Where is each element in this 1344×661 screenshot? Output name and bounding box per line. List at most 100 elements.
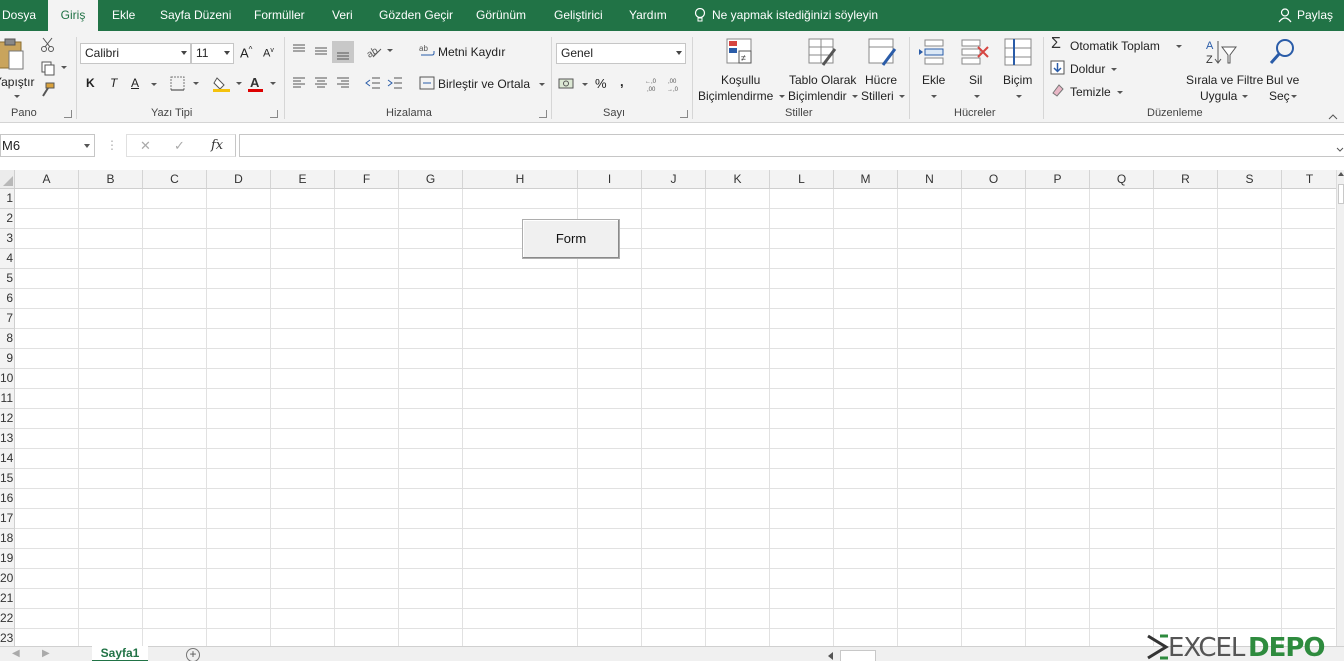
decrease-decimal-button[interactable]: ,00 →,0 xyxy=(667,76,683,93)
column-header-o[interactable]: O xyxy=(962,170,1026,189)
next-sheet-arrow-icon[interactable]: ▶ xyxy=(42,648,50,659)
align-center-button[interactable] xyxy=(313,76,329,92)
row-header-11[interactable]: 11 xyxy=(0,389,15,409)
tab-veri[interactable]: Veri xyxy=(332,0,353,31)
name-box[interactable]: M6 xyxy=(0,134,95,157)
underline-button[interactable]: A xyxy=(131,76,139,90)
row-header-2[interactable]: 2 xyxy=(0,209,15,229)
horizontal-scrollbar[interactable] xyxy=(824,650,1144,661)
tab-gozden-gecir[interactable]: Gözden Geçir xyxy=(379,0,453,31)
align-top-button[interactable] xyxy=(291,43,307,59)
font-launcher[interactable] xyxy=(270,110,278,118)
row-header-16[interactable]: 16 xyxy=(0,489,15,509)
cancel-icon[interactable]: ✕ xyxy=(140,138,151,154)
font-size-select[interactable]: 11 xyxy=(191,43,234,64)
find-select-button[interactable]: Bul ve Seç xyxy=(1264,37,1304,105)
increase-indent-button[interactable] xyxy=(387,76,403,92)
fill-button[interactable]: Doldur xyxy=(1050,60,1120,78)
decrease-indent-button[interactable] xyxy=(365,76,381,92)
row-header-10[interactable]: 10 xyxy=(0,369,15,389)
column-header-s[interactable]: S xyxy=(1218,170,1282,189)
column-header-c[interactable]: C xyxy=(143,170,207,189)
tab-yardim[interactable]: Yardım xyxy=(629,0,667,31)
sheet-tab-sayfa1[interactable]: Sayfa1 xyxy=(92,646,148,661)
tab-gorunum[interactable]: Görünüm xyxy=(476,0,526,31)
shrink-font-button[interactable]: Av xyxy=(263,47,274,60)
paste-button[interactable]: Yapıştır xyxy=(0,35,34,98)
row-header-22[interactable]: 22 xyxy=(0,609,15,629)
align-bottom-button[interactable] xyxy=(332,41,354,63)
form-button[interactable]: Form xyxy=(522,219,620,259)
increase-decimal-button[interactable]: ←,0,00 xyxy=(645,76,661,93)
clipboard-launcher[interactable] xyxy=(64,110,72,118)
row-header-5[interactable]: 5 xyxy=(0,269,15,289)
comma-button[interactable]: , xyxy=(620,74,624,89)
row-header-14[interactable]: 14 xyxy=(0,449,15,469)
worksheet-grid[interactable]: ABCDEFGHIJKLMNOPQRST 1 2 3 4 5 6 7 8 9 10 11 12 13 14… xyxy=(0,170,1344,646)
prev-sheet-arrow-icon[interactable]: ◀ xyxy=(12,648,20,659)
fill-color-button[interactable] xyxy=(213,75,243,93)
row-header-7[interactable]: 7 xyxy=(0,309,15,329)
delete-cells-button[interactable]: Sil xyxy=(958,37,994,105)
cell-styles-button[interactable]: Hücre Stilleri xyxy=(859,37,905,105)
row-header-1[interactable]: 1 xyxy=(0,189,15,209)
align-left-button[interactable] xyxy=(291,76,307,92)
tell-me-box[interactable]: Ne yapmak istediğinizi söyleyin xyxy=(694,0,878,31)
number-launcher[interactable] xyxy=(680,110,688,118)
merge-center-button[interactable]: Birleştir ve Ortala xyxy=(419,75,545,93)
font-name-select[interactable]: Calibri xyxy=(80,43,191,64)
row-header-12[interactable]: 12 xyxy=(0,409,15,429)
column-header-p[interactable]: P xyxy=(1026,170,1090,189)
format-as-table-button[interactable]: Tablo Olarak Biçimlendir xyxy=(787,37,858,105)
conditional-formatting-button[interactable]: ≠ Koşullu Biçimlendirme xyxy=(697,37,785,105)
row-header-8[interactable]: 8 xyxy=(0,329,15,349)
row-header-17[interactable]: 17 xyxy=(0,509,15,529)
row-header-4[interactable]: 4 xyxy=(0,249,15,269)
column-header-a[interactable]: A xyxy=(15,170,79,189)
sort-filter-button[interactable]: AZ Sırala ve Filtre Uygula xyxy=(1184,37,1263,105)
column-header-h[interactable]: H xyxy=(463,170,578,189)
tab-dosya[interactable]: Dosya xyxy=(2,0,36,31)
cut-button[interactable] xyxy=(40,37,56,53)
tab-formuller[interactable]: Formüller xyxy=(254,0,305,31)
row-header-3[interactable]: 3 xyxy=(0,229,15,249)
row-header-13[interactable]: 13 xyxy=(0,429,15,449)
tab-ekle[interactable]: Ekle xyxy=(112,0,135,31)
align-right-button[interactable] xyxy=(335,76,351,92)
column-header-i[interactable]: I xyxy=(578,170,642,189)
accounting-format-button[interactable] xyxy=(558,76,588,94)
formula-bar-grip-icon[interactable]: ⋮ xyxy=(106,138,118,152)
tab-giris[interactable]: Giriş xyxy=(48,0,98,31)
column-header-d[interactable]: D xyxy=(207,170,271,189)
insert-function-icon[interactable]: fx xyxy=(211,138,223,153)
row-header-23[interactable]: 23 xyxy=(0,629,15,646)
column-header-j[interactable]: J xyxy=(642,170,706,189)
align-middle-button[interactable] xyxy=(313,43,329,59)
column-header-m[interactable]: M xyxy=(834,170,898,189)
alignment-launcher[interactable] xyxy=(539,110,547,118)
wrap-text-button[interactable]: ab Metni Kaydır xyxy=(419,43,519,61)
italic-button[interactable]: T xyxy=(110,76,117,90)
copy-button[interactable] xyxy=(40,60,67,76)
format-painter-button[interactable] xyxy=(40,82,56,98)
select-all-corner[interactable] xyxy=(0,170,15,189)
column-header-b[interactable]: B xyxy=(79,170,143,189)
tab-gelistirici[interactable]: Geliştirici xyxy=(554,0,603,31)
orientation-button[interactable]: ab xyxy=(365,43,393,61)
clear-button[interactable]: Temizle xyxy=(1050,83,1124,101)
row-header-9[interactable]: 9 xyxy=(0,349,15,369)
expand-formula-bar-chevron-icon[interactable] xyxy=(1336,142,1344,156)
column-header-t[interactable]: T xyxy=(1282,170,1338,189)
column-header-e[interactable]: E xyxy=(271,170,335,189)
column-header-q[interactable]: Q xyxy=(1090,170,1154,189)
share-button[interactable]: Paylaş xyxy=(1278,0,1333,31)
row-header-19[interactable]: 19 xyxy=(0,549,15,569)
font-color-button[interactable]: A xyxy=(248,75,278,93)
column-header-r[interactable]: R xyxy=(1154,170,1218,189)
borders-button[interactable] xyxy=(170,76,200,92)
add-sheet-plus-icon[interactable]: + xyxy=(186,648,200,661)
formula-input[interactable] xyxy=(239,134,1344,157)
column-header-f[interactable]: F xyxy=(335,170,399,189)
collapse-ribbon-chevron-icon[interactable] xyxy=(1328,109,1338,120)
bold-button[interactable]: K xyxy=(86,76,95,90)
